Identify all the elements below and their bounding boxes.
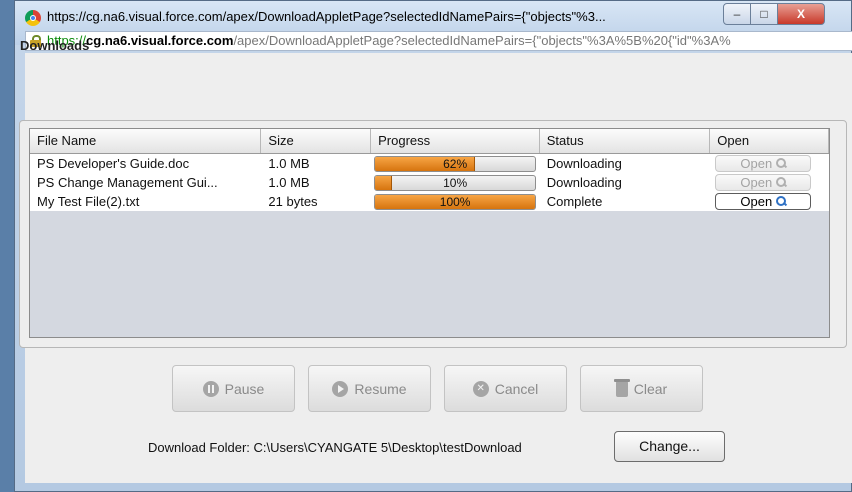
- downloads-heading: Downloads: [20, 38, 90, 53]
- clear-label: Clear: [633, 380, 668, 397]
- resume-button[interactable]: Resume: [308, 365, 431, 412]
- col-size[interactable]: Size: [261, 129, 372, 153]
- progress-bar: 62%: [374, 155, 537, 172]
- open-button: Open: [715, 155, 812, 172]
- progress-bar: 100%: [374, 193, 537, 210]
- progress-label: 100%: [439, 194, 471, 209]
- open-button[interactable]: Open: [715, 193, 812, 210]
- table-row[interactable]: PS Developer's Guide.doc 1.0 MB 62% Down…: [30, 154, 829, 173]
- pause-icon: [202, 380, 219, 397]
- chrome-icon: [25, 10, 41, 26]
- change-folder-button[interactable]: Change...: [614, 431, 725, 462]
- progress-label: 62%: [443, 156, 468, 171]
- url-path: /apex/DownloadAppletPage?selectedIdNameP…: [233, 33, 731, 48]
- magnifier-icon: [776, 177, 787, 187]
- window-title: https://cg.na6.visual.force.com/apex/Dow…: [47, 9, 606, 24]
- pause-button[interactable]: Pause: [172, 365, 295, 412]
- open-label: Open: [740, 194, 773, 209]
- open-label: Open: [740, 156, 773, 171]
- maximize-button[interactable]: □: [750, 3, 778, 25]
- col-progress[interactable]: Progress: [371, 129, 540, 153]
- minimize-button[interactable]: –: [723, 3, 751, 25]
- file-size: 1.0 MB: [268, 175, 310, 190]
- progress-label: 10%: [443, 175, 468, 190]
- table-row[interactable]: My Test File(2).txt 21 bytes 100% Comple…: [30, 192, 829, 211]
- trash-icon: [613, 378, 630, 397]
- progress-bar: 10%: [374, 174, 537, 191]
- col-status[interactable]: Status: [540, 129, 711, 153]
- col-file-name[interactable]: File Name: [30, 129, 262, 153]
- file-name: PS Developer's Guide.doc: [37, 156, 190, 171]
- download-status: Downloading: [546, 156, 622, 171]
- cancel-icon: [472, 380, 489, 397]
- downloads-table: File Name Size Progress Status Open PS D…: [29, 128, 830, 338]
- cancel-label: Cancel: [494, 380, 539, 397]
- table-row[interactable]: PS Change Management Gui... 1.0 MB 10% D…: [30, 173, 829, 192]
- play-icon: [332, 380, 349, 397]
- cancel-button[interactable]: Cancel: [444, 365, 567, 412]
- download-folder-label: Download Folder: C:\Users\CYANGATE 5\Des…: [148, 440, 522, 455]
- table-header: File Name Size Progress Status Open: [30, 129, 829, 154]
- resume-label: Resume: [354, 380, 407, 397]
- file-size: 21 bytes: [268, 194, 318, 209]
- file-name: PS Change Management Gui...: [37, 175, 218, 190]
- open-label: Open: [740, 175, 773, 190]
- download-status: Complete: [546, 194, 603, 209]
- close-button[interactable]: X: [777, 3, 825, 25]
- col-open[interactable]: Open: [710, 129, 829, 153]
- magnifier-icon: [776, 196, 787, 206]
- file-name: My Test File(2).txt: [37, 194, 140, 209]
- open-button: Open: [715, 174, 812, 191]
- clear-button[interactable]: Clear: [580, 365, 703, 412]
- magnifier-icon: [776, 158, 787, 168]
- download-status: Downloading: [546, 175, 622, 190]
- file-size: 1.0 MB: [268, 156, 310, 171]
- pause-label: Pause: [224, 380, 265, 397]
- url-host: cg.na6.visual.force.com: [86, 33, 234, 48]
- address-bar[interactable]: https://cg.na6.visual.force.com/apex/Dow…: [25, 31, 852, 51]
